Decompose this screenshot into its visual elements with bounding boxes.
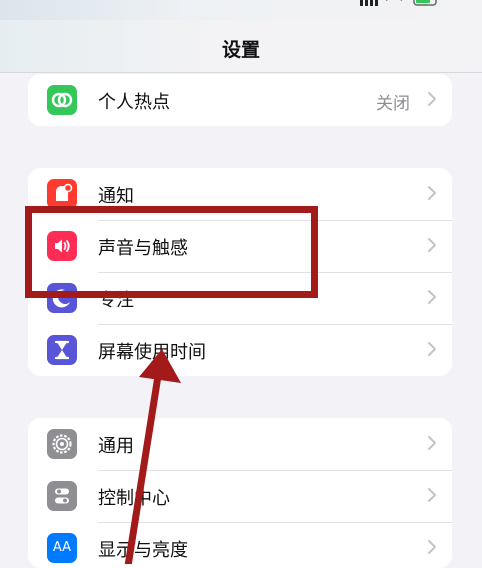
page-title: 设置: [221, 39, 260, 61]
settings-row-label: 个人热点: [98, 92, 170, 113]
status-icons: [360, 0, 437, 6]
navigation-bar: 设置: [0, 20, 482, 73]
chevron-right-icon: [428, 186, 436, 200]
settings-row-value: 关闭: [376, 94, 410, 114]
settings-group-general: 通用 控制中心 AA 显示与亮度: [28, 418, 452, 568]
hotspot-icon: [47, 85, 77, 115]
settings-row-label: 通用: [98, 436, 134, 457]
settings-row-personal-hotspot[interactable]: 个人热点 关闭: [28, 74, 452, 126]
settings-row-label: 屏幕使用时间: [98, 342, 206, 363]
settings-row-screen-time[interactable]: 屏幕使用时间: [28, 324, 452, 376]
display-brightness-glyph: AA: [52, 540, 72, 555]
settings-row-display-brightness[interactable]: AA 显示与亮度: [28, 522, 452, 568]
signal-icon: [360, 0, 363, 6]
chevron-right-icon: [428, 488, 436, 502]
settings-row-label: 显示与亮度: [98, 540, 188, 561]
chevron-right-icon: [428, 540, 436, 554]
screen-time-hourglass-icon: [47, 335, 77, 365]
settings-row-control-center[interactable]: 控制中心: [28, 470, 452, 522]
display-brightness-icon: AA: [47, 533, 77, 563]
chevron-right-icon: [428, 238, 436, 252]
chevron-right-icon: [428, 342, 436, 356]
status-bar: [0, 0, 482, 20]
settings-row-general[interactable]: 通用: [28, 418, 452, 470]
settings-row-label: 控制中心: [98, 488, 170, 509]
chevron-right-icon: [428, 436, 436, 450]
notification-icon: [47, 179, 77, 209]
settings-row-label: 通知: [98, 186, 134, 207]
control-center-icon: [47, 481, 77, 511]
highlight-box-annotation: [25, 206, 318, 298]
settings-group-connectivity: 个人热点 关闭: [28, 74, 452, 126]
general-gear-icon: [47, 429, 77, 459]
chevron-right-icon: [428, 290, 436, 304]
chevron-right-icon: [428, 92, 436, 106]
